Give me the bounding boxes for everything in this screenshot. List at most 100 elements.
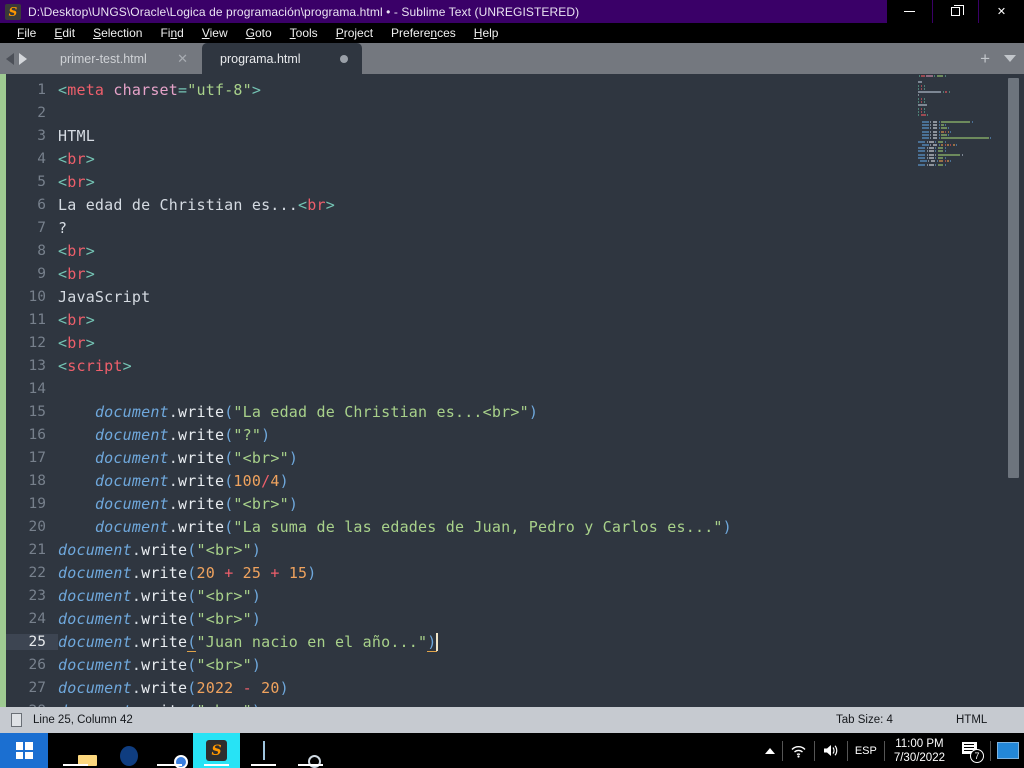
token-tag: br xyxy=(67,264,86,283)
code-line[interactable]: 8 <br> xyxy=(6,239,916,262)
code-line[interactable]: 24 document.write("<br>") xyxy=(6,607,916,630)
code-line[interactable]: 1 <meta charset="utf-8"> xyxy=(6,78,916,101)
taskbar-app-sublime-text[interactable]: S xyxy=(193,733,240,768)
code-line[interactable]: 15 document.write("La edad de Christian … xyxy=(6,400,916,423)
minimap-token xyxy=(932,133,938,136)
token-paren: ) xyxy=(261,425,271,444)
sublime-text-icon: S xyxy=(5,3,21,20)
code-text: document.write("<br>") xyxy=(58,541,261,559)
code-line[interactable]: 21 document.write("<br>") xyxy=(6,538,916,561)
show-desktop-icon[interactable] xyxy=(997,742,1019,759)
code-line[interactable]: 25 document.write("Juan nacio en el año..… xyxy=(6,630,916,653)
code-editor[interactable]: 1 <meta charset="utf-8"> 2 3 HTML 4 <br> 5 <br> 6… xyxy=(0,74,1024,707)
window-titlebar: S D:\Desktop\UNGS\Oracle\Logica de progr… xyxy=(0,0,1024,23)
arrow-right-icon[interactable] xyxy=(19,52,27,65)
tab-label: programa.html xyxy=(220,51,301,66)
close-button[interactable]: ✕ xyxy=(978,0,1024,23)
editor-minimap[interactable] xyxy=(916,74,1002,707)
tab-primer-test-html[interactable]: primer-test.html ✕ xyxy=(42,43,202,74)
taskbar-app-google-chrome[interactable] xyxy=(146,733,193,768)
taskbar-app-remote-desktop[interactable] xyxy=(287,733,334,768)
minimap-token xyxy=(918,157,926,160)
tab-close-icon[interactable]: ✕ xyxy=(149,52,188,65)
menu-item-help[interactable]: Help xyxy=(465,23,508,43)
menu-item-find[interactable]: Find xyxy=(151,23,192,43)
tab-programa-html[interactable]: programa.html xyxy=(202,43,362,74)
code-line[interactable]: 7? xyxy=(6,216,916,239)
code-line[interactable]: 11 <br> xyxy=(6,308,916,331)
code-line[interactable]: 10 JavaScript xyxy=(6,285,916,308)
menu-item-goto[interactable]: Goto xyxy=(237,23,281,43)
code-line[interactable]: 14 xyxy=(6,377,916,400)
minimap-token xyxy=(935,163,937,166)
minimap-token xyxy=(938,124,940,127)
token-dot: . xyxy=(168,425,179,444)
token-dot: . xyxy=(131,655,142,674)
syntax-mode-label[interactable]: HTML xyxy=(956,714,987,726)
arrow-left-icon[interactable] xyxy=(6,52,14,65)
minimap-token xyxy=(920,101,923,104)
sidebar-toggle-icon[interactable] xyxy=(11,713,22,727)
minimap-token xyxy=(932,137,938,140)
code-text: <br> xyxy=(58,242,95,260)
code-line[interactable]: 20 document.write("La suma de las edades… xyxy=(6,515,916,538)
network-button[interactable] xyxy=(783,733,814,768)
token-punct: < xyxy=(58,310,68,329)
code-line[interactable]: 19 document.write("<br>") xyxy=(6,492,916,515)
code-line[interactable]: 27 document.write(2022 - 20) xyxy=(6,676,916,699)
taskbar-app-file-explorer[interactable] xyxy=(52,733,99,768)
token-dot: . xyxy=(131,632,142,651)
token-str: "La suma de las edades de Juan, Pedro y … xyxy=(233,517,723,536)
maximize-button[interactable] xyxy=(932,0,978,23)
menu-item-project[interactable]: Project xyxy=(327,23,382,43)
minimap-token xyxy=(941,130,944,133)
code-line[interactable]: 12 <br> xyxy=(6,331,916,354)
language-indicator[interactable]: ESP xyxy=(848,733,884,768)
new-tab-icon[interactable]: + xyxy=(980,50,990,67)
menu-item-view[interactable]: View xyxy=(193,23,237,43)
code-lines[interactable]: 1 <meta charset="utf-8"> 2 3 HTML 4 <br> 5 <br> 6… xyxy=(6,78,916,707)
code-line[interactable]: 26 document.write("<br>") xyxy=(6,653,916,676)
token-prop: write xyxy=(141,540,188,559)
token-prop: write xyxy=(178,494,225,513)
taskbar-running-indicator xyxy=(204,764,229,766)
code-line[interactable]: 16 document.write("?") xyxy=(6,423,916,446)
code-line[interactable]: 2 xyxy=(6,101,916,124)
code-line[interactable]: 17 document.write("<br>") xyxy=(6,446,916,469)
start-button[interactable] xyxy=(0,733,48,768)
code-line[interactable]: 13 <script> xyxy=(6,354,916,377)
code-line[interactable]: 9 <br> xyxy=(6,262,916,285)
menu-item-selection[interactable]: Selection xyxy=(84,23,151,43)
minimap-token xyxy=(921,137,929,140)
minimap-token xyxy=(941,137,989,140)
notification-icon: 7 xyxy=(961,741,984,763)
minimap-token xyxy=(923,107,925,110)
menu-item-edit[interactable]: Edit xyxy=(45,23,84,43)
code-line[interactable]: 5 <br> xyxy=(6,170,916,193)
code-line[interactable]: 6 La edad de Christian es...<br> xyxy=(6,193,916,216)
code-line[interactable]: 22 document.write(20 + 25 + 15) xyxy=(6,561,916,584)
chevron-down-icon[interactable] xyxy=(1004,55,1016,62)
code-line[interactable]: 4 <br> xyxy=(6,147,916,170)
minimap-token xyxy=(971,120,973,123)
tray-overflow-button[interactable] xyxy=(758,733,782,768)
menu-item-tools[interactable]: Tools xyxy=(281,23,327,43)
volume-button[interactable] xyxy=(815,733,847,768)
clock[interactable]: 11:00 PM 7/30/2022 xyxy=(885,733,954,768)
minimap-token xyxy=(930,130,932,133)
menu-item-preferences[interactable]: Preferences xyxy=(382,23,465,43)
editor-scrollbar-thumb[interactable] xyxy=(1008,78,1019,478)
token-num: 100 xyxy=(233,471,262,490)
notifications-button[interactable]: 7 xyxy=(954,733,990,768)
minimize-button[interactable] xyxy=(886,0,932,23)
code-line[interactable]: 3 HTML xyxy=(6,124,916,147)
tab-size-label[interactable]: Tab Size: 4 xyxy=(836,714,893,726)
token-dot: . xyxy=(131,586,142,605)
code-line[interactable]: 18 document.write(100/4) xyxy=(6,469,916,492)
code-line[interactable]: 23 document.write("<br>") xyxy=(6,584,916,607)
code-line[interactable]: 28document.write("<br>") xyxy=(6,699,916,708)
taskbar-app-notepad[interactable] xyxy=(240,733,287,768)
taskbar-app-microsoft-edge[interactable] xyxy=(99,733,146,768)
code-text: document.write("<br>") xyxy=(58,610,261,628)
menu-item-file[interactable]: File xyxy=(8,23,45,43)
